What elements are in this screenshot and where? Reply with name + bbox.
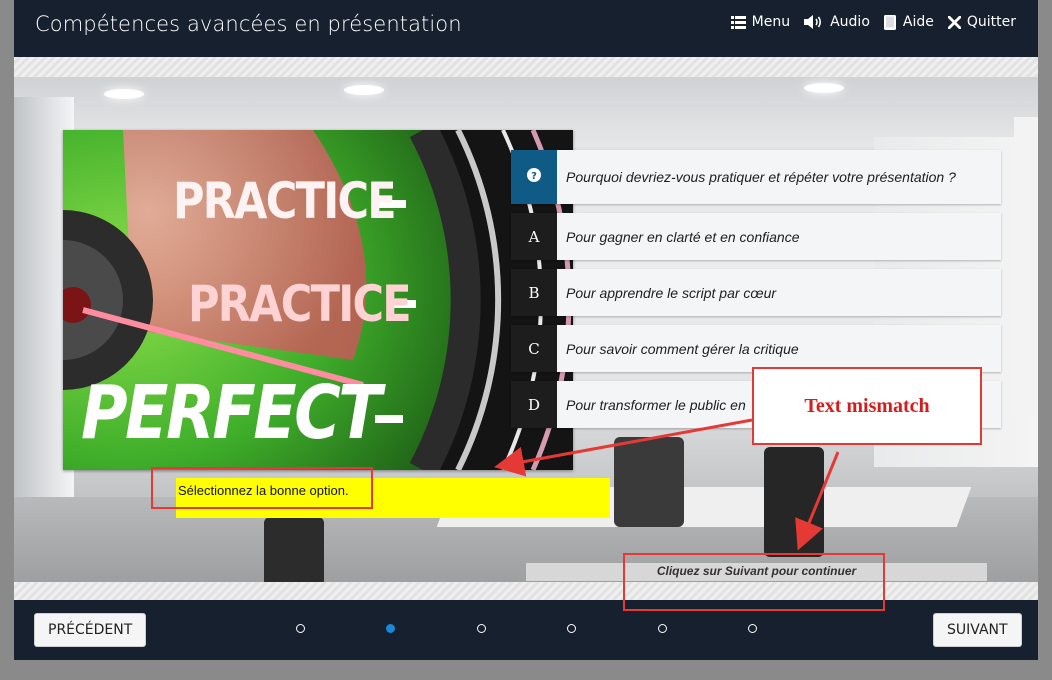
page-dot-4[interactable] xyxy=(567,624,576,633)
slide-area: PRACTICE PRACTICE PERFECT ? Pourquoi dev… xyxy=(14,77,1038,582)
instruction-text: Sélectionnez la bonne option. xyxy=(176,478,610,518)
page-dot-1[interactable] xyxy=(296,624,305,633)
menu-button[interactable]: Menu xyxy=(730,14,791,30)
question-row: ? Pourquoi devriez-vous pratiquer et rép… xyxy=(511,150,1001,204)
option-c[interactable]: C Pour savoir comment gérer la critique xyxy=(511,325,1001,372)
page-dot-5[interactable] xyxy=(658,624,667,633)
option-letter: C xyxy=(511,325,557,372)
speaker-icon xyxy=(804,14,824,30)
quit-button[interactable]: Quitter xyxy=(947,14,1016,30)
menu-icon xyxy=(730,15,746,29)
practice-word-1: PRACTICE xyxy=(173,172,397,230)
page-dots xyxy=(294,623,764,635)
option-letter: D xyxy=(511,381,557,428)
practice-word-2: PRACTICE xyxy=(188,275,412,333)
next-button[interactable]: SUIVANT xyxy=(933,613,1022,647)
bottom-stripe xyxy=(14,582,1038,600)
close-icon xyxy=(947,15,961,29)
option-a[interactable]: A Pour gagner en clarté et en confiance xyxy=(511,213,1001,260)
option-text: Pour transformer le public en xyxy=(566,396,746,413)
previous-button[interactable]: PRÉCÉDENT xyxy=(34,613,147,647)
question-text: Pourquoi devriez-vous pratiquer et répét… xyxy=(566,169,956,185)
question-icon: ? xyxy=(527,168,541,186)
course-title: Compétences avancées en présentation xyxy=(35,12,462,36)
option-letter: A xyxy=(511,213,557,260)
help-button[interactable]: Aide xyxy=(883,14,934,30)
top-stripe xyxy=(14,57,1038,77)
top-nav: Menu Audio Aide Quitter xyxy=(730,14,1016,30)
option-letter: B xyxy=(511,269,557,316)
quit-label: Quitter xyxy=(966,14,1016,30)
option-text: Pour gagner en clarté et en confiance xyxy=(566,228,800,245)
help-label: Aide xyxy=(902,14,934,30)
player-frame: Compétences avancées en présentation Men… xyxy=(14,0,1038,660)
menu-label: Menu xyxy=(751,14,791,30)
option-text: Pour apprendre le script par cœur xyxy=(566,284,777,301)
page-dot-3[interactable] xyxy=(477,624,486,633)
footer-bar: PRÉCÉDENT SUIVANT xyxy=(14,600,1038,660)
audio-button[interactable]: Audio xyxy=(804,14,870,30)
option-text: Pour savoir comment gérer la critique xyxy=(566,340,799,357)
page-dot-2[interactable] xyxy=(386,624,395,633)
perfect-word: PERFECT xyxy=(81,370,382,456)
header-bar: Compétences avancées en présentation Men… xyxy=(14,0,1038,57)
audio-label: Audio xyxy=(830,14,870,30)
svg-text:?: ? xyxy=(531,171,537,182)
continue-hint: Cliquez sur Suivant pour continuer xyxy=(526,563,987,581)
question-badge: ? xyxy=(511,150,557,204)
practice-perfect-image: PRACTICE PRACTICE PERFECT xyxy=(63,130,573,470)
page-dot-6[interactable] xyxy=(748,624,757,633)
help-book-icon xyxy=(883,14,897,30)
option-b[interactable]: B Pour apprendre le script par cœur xyxy=(511,269,1001,316)
annotation-note: Text mismatch xyxy=(752,367,982,445)
